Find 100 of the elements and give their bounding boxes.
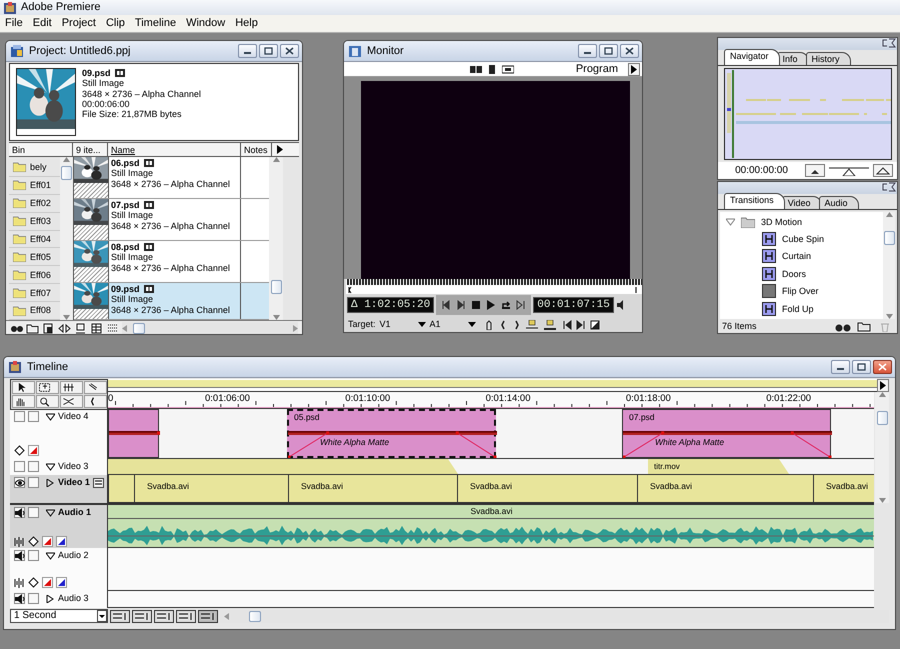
bin-name[interactable]: Eff04 — [30, 234, 51, 244]
panel-menu-icon[interactable] — [881, 182, 897, 192]
bin-name[interactable]: Eff03 — [30, 216, 51, 226]
scroll-down-icon[interactable] — [886, 314, 892, 319]
menu-item[interactable]: File — [0, 17, 28, 30]
dropdown[interactable]: A1 — [430, 319, 476, 330]
work-area-bar[interactable] — [108, 379, 877, 391]
tab[interactable]: Audio — [818, 196, 859, 209]
panel-menu-icon[interactable] — [881, 38, 897, 48]
lock-toggle[interactable] — [28, 507, 39, 518]
new-item-icon[interactable] — [42, 322, 55, 334]
audio-toggle[interactable] — [14, 507, 25, 518]
lock-toggle[interactable] — [28, 461, 39, 472]
go-to-out-icon[interactable] — [576, 320, 586, 330]
clip[interactable]: Svadba.avi — [108, 505, 874, 547]
magnifier-icon[interactable] — [36, 395, 59, 408]
transition-name[interactable]: Fold Up — [782, 304, 814, 314]
transition-name[interactable]: Curtain — [782, 251, 812, 262]
audio-toggle[interactable] — [14, 550, 25, 561]
lift-icon[interactable] — [484, 320, 494, 330]
clip[interactable]: 05.psd White Alpha Matte — [287, 409, 496, 458]
tab[interactable]: History — [806, 52, 851, 65]
clip[interactable]: Svadba.avi — [134, 475, 288, 502]
lock-toggle[interactable] — [28, 550, 39, 561]
maximize-button[interactable] — [599, 44, 618, 58]
clip[interactable]: Svadba.avi — [288, 475, 457, 502]
clip[interactable]: titr.mov — [648, 459, 789, 474]
monitor-icon[interactable] — [74, 322, 87, 334]
list-view-icon[interactable] — [106, 322, 119, 334]
waveform-icon[interactable] — [14, 577, 25, 588]
time-ruler[interactable]: 0 0:01:06:00 0:01:10:00 0:01:14:00 0:01:18:00 0:01:22:00 — [108, 392, 874, 408]
bin-name[interactable]: Eff06 — [30, 270, 51, 280]
minimize-button[interactable] — [831, 360, 850, 374]
menu-button[interactable] — [877, 379, 889, 392]
razor-icon[interactable] — [84, 381, 107, 394]
go-to-in-icon[interactable] — [562, 320, 572, 330]
clip-row[interactable]: 07.psd Still Image 3648 × 2736 – Alpha Channel — [74, 199, 269, 241]
zoom-slider-icon[interactable] — [829, 166, 869, 176]
clip[interactable]: Svadba.avi — [637, 475, 813, 502]
step-back-icon[interactable] — [441, 300, 452, 310]
expanded-triangle-icon[interactable] — [46, 462, 55, 470]
bin-name[interactable]: bely — [30, 162, 47, 173]
zoom-dropdown[interactable]: 1 Second — [10, 609, 108, 623]
pointer-icon[interactable] — [12, 381, 35, 394]
clip[interactable]: Svadba.avi — [813, 475, 874, 502]
transition-name[interactable]: Cube Spin — [782, 234, 824, 244]
scroll-thumb[interactable] — [884, 231, 894, 245]
waveform-icon[interactable] — [14, 536, 25, 547]
close-button[interactable] — [280, 44, 299, 58]
expanded-triangle-icon[interactable] — [46, 508, 55, 516]
keyframe-icon[interactable] — [14, 445, 25, 456]
scroll-up-icon[interactable] — [886, 212, 892, 217]
speaker-icon[interactable] — [616, 300, 626, 310]
lock-toggle[interactable] — [28, 411, 39, 422]
clip[interactable]: Svadba.avi — [457, 475, 637, 502]
column-header[interactable]: Bin — [9, 143, 73, 156]
visibility-toggle[interactable] — [14, 461, 25, 472]
zoom-in-button[interactable] — [873, 164, 893, 177]
menu-arrow-icon[interactable] — [276, 145, 284, 154]
visibility-toggle[interactable] — [14, 477, 25, 488]
scroll-thumb[interactable] — [876, 411, 888, 425]
transition-name[interactable]: Doors — [782, 268, 806, 279]
transition-name[interactable]: Flip Over — [782, 286, 819, 296]
clip[interactable]: 07.psd White Alpha Matte — [622, 409, 831, 458]
track-header[interactable]: Audio 3 — [10, 591, 108, 608]
minimize-button[interactable] — [238, 44, 257, 58]
tab[interactable]: Navigator — [724, 49, 780, 65]
timeline-overview-drawing[interactable] — [724, 68, 892, 160]
play-icon[interactable] — [486, 300, 496, 310]
bracket-icon[interactable] — [84, 395, 107, 408]
collapsed-triangle-icon[interactable] — [46, 478, 55, 486]
column-header[interactable]: 9 ite... — [73, 143, 108, 156]
clip-row[interactable]: 06.psd Still Image 3648 × 2736 – Alpha Channel — [74, 157, 269, 199]
clip-row[interactable]: 09.psd Still Image 3648 × 2736 – Alpha Channel — [74, 283, 269, 320]
minimize-button[interactable] — [578, 44, 597, 58]
opacity-icon[interactable] — [42, 577, 53, 588]
menu-item[interactable]: Clip — [100, 17, 130, 30]
close-button[interactable] — [873, 360, 892, 374]
clip[interactable] — [108, 459, 458, 474]
audio-toggle[interactable] — [14, 593, 25, 604]
menu-item[interactable]: Window — [181, 17, 230, 30]
play-to-out-icon[interactable] — [516, 300, 526, 310]
bin-name[interactable]: Eff08 — [30, 305, 51, 316]
grid-view-icon[interactable] — [90, 322, 103, 334]
track-header[interactable]: Video 1 — [10, 475, 108, 503]
cross-arrows-icon[interactable] — [60, 395, 83, 408]
overlay-icon[interactable] — [544, 320, 558, 330]
bin-name[interactable]: Eff07 — [30, 288, 51, 298]
folder-icon[interactable] — [26, 322, 39, 334]
step-forward-icon[interactable] — [456, 300, 466, 310]
keyframe-icon[interactable] — [28, 577, 39, 588]
folder-name[interactable]: 3D Motion — [761, 216, 802, 228]
menu-item[interactable]: Help — [230, 17, 263, 30]
insert-icon[interactable] — [526, 320, 540, 330]
opacity-icon[interactable] — [28, 445, 39, 456]
pan-icon[interactable] — [56, 577, 67, 588]
clip-row[interactable]: 08.psd Still Image 3648 × 2736 – Alpha Channel — [74, 241, 269, 283]
split-arrows-icon[interactable] — [58, 322, 71, 334]
track-header[interactable]: Video 4 — [10, 409, 108, 459]
dropdown[interactable]: V1 — [380, 319, 426, 330]
